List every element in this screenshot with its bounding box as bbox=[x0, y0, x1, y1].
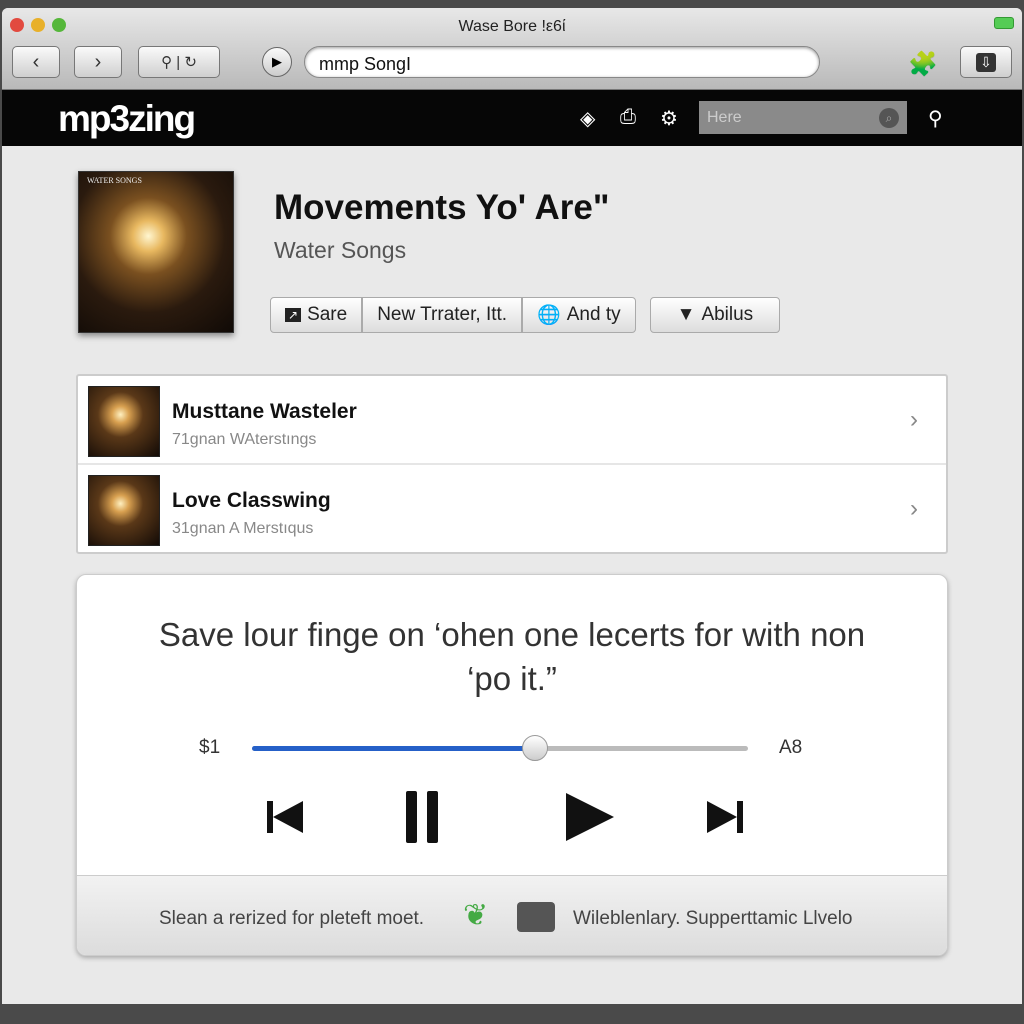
gear-icon[interactable]: ⚙ bbox=[660, 106, 678, 131]
browser-toolbar: Wase Bore !ε6ί ‹ › ⚲ | ↻ ▶ mmp SongI 🧩 ⇩ bbox=[2, 8, 1022, 90]
album-title: Movements Yo' Are" bbox=[274, 188, 610, 227]
chat-icon[interactable] bbox=[517, 902, 555, 932]
reload-icon[interactable]: ↻ bbox=[184, 53, 197, 71]
site-logo[interactable]: mp3zing bbox=[58, 98, 196, 140]
new-trater-button[interactable]: New Trrater, Itt. bbox=[362, 297, 523, 333]
footer-left-text: Slean a rerized for pleteft moet. bbox=[159, 908, 425, 929]
search-icon[interactable]: ⚲ bbox=[928, 106, 943, 131]
progress-fill bbox=[252, 746, 535, 751]
and-ty-button[interactable]: 🌐 And ty bbox=[522, 297, 636, 333]
cover-text: WATER SONGS bbox=[87, 176, 142, 185]
abilus-button[interactable]: ▼ Abilus bbox=[649, 297, 781, 333]
window-title: Wase Bore !ε6ί bbox=[458, 18, 566, 35]
track-title: Musttane Wasteler bbox=[172, 400, 357, 423]
album-subtitle[interactable]: Water Songs bbox=[274, 237, 406, 264]
share-action-button[interactable]: ↗ Sare bbox=[270, 297, 363, 333]
player-panel: Save lour finge on ‘ohen one lecerts for… bbox=[76, 574, 948, 956]
leaf-icon: ❦ bbox=[463, 899, 489, 932]
track-thumbnail bbox=[88, 475, 160, 546]
chevron-left-icon: ‹ bbox=[32, 50, 40, 73]
track-thumbnail bbox=[88, 386, 160, 457]
player-quote: Save lour finge on ‘ohen one lecerts for… bbox=[158, 616, 866, 697]
search-input[interactable]: Here ⌕ bbox=[699, 101, 907, 134]
go-button[interactable]: ▶ bbox=[262, 47, 292, 77]
button-label: New Trrater, Itt. bbox=[377, 304, 508, 325]
trophy-icon: ▼ bbox=[676, 304, 696, 325]
button-label: Sare bbox=[307, 304, 348, 325]
back-button[interactable]: ‹ bbox=[12, 46, 60, 78]
previous-icon bbox=[267, 801, 303, 833]
track-subtitle: 71gnan WAterstıngs bbox=[172, 431, 317, 448]
album-actions: ↗ Sare New Trrater, Itt. 🌐 And ty ▼ Abilus bbox=[270, 297, 781, 333]
share-icon: ↗ bbox=[285, 308, 302, 322]
play-icon: ▶ bbox=[272, 54, 282, 69]
play-button[interactable] bbox=[561, 789, 617, 845]
time-elapsed: $1 bbox=[199, 737, 221, 758]
previous-button[interactable] bbox=[263, 789, 307, 845]
chevron-right-icon: › bbox=[94, 50, 102, 73]
inbox-icon[interactable]: ⎙ bbox=[620, 106, 636, 129]
browser-window: Wase Bore !ε6ί ‹ › ⚲ | ↻ ▶ mmp SongI 🧩 ⇩… bbox=[2, 8, 1022, 1004]
bookmark-reload-group[interactable]: ⚲ | ↻ bbox=[138, 46, 220, 78]
download-icon: ⇩ bbox=[976, 52, 996, 72]
toolbar-toggle-button[interactable] bbox=[994, 17, 1014, 29]
share-button[interactable]: ⇩ bbox=[960, 46, 1012, 78]
next-icon bbox=[707, 801, 743, 833]
pause-icon bbox=[406, 791, 438, 843]
album-cover: WATER SONGS bbox=[78, 171, 234, 333]
chevron-right-icon: › bbox=[910, 406, 918, 433]
next-button[interactable] bbox=[703, 789, 747, 845]
track-row[interactable]: Musttane Wasteler 71gnan WAterstıngs › bbox=[78, 376, 946, 465]
play-icon bbox=[566, 793, 614, 841]
button-label: Abilus bbox=[701, 304, 754, 325]
time-total: A8 bbox=[779, 737, 803, 758]
search-placeholder: Here bbox=[707, 109, 742, 126]
button-label: And ty bbox=[566, 304, 621, 325]
progress-handle[interactable] bbox=[521, 735, 548, 761]
site-navbar: mp3zing ◈ ⎙ ⚙ Here ⌕ ⚲ bbox=[2, 90, 1022, 146]
player-footer: Slean a rerized for pleteft moet. ❦ Wile… bbox=[77, 875, 947, 955]
chevron-right-icon: › bbox=[910, 495, 918, 522]
extension-icon[interactable]: 🧩 bbox=[908, 50, 938, 79]
address-bar[interactable]: mmp SongI bbox=[304, 46, 820, 78]
track-row[interactable]: Love Classwing 31gnan A Merstıqus › bbox=[78, 465, 946, 554]
footer-right-text[interactable]: Wileblenlary. Supperttamic Llvelo bbox=[573, 908, 853, 930]
pause-button[interactable] bbox=[401, 789, 445, 845]
search-clear-icon[interactable]: ⌕ bbox=[879, 108, 899, 128]
forward-button[interactable]: › bbox=[74, 46, 122, 78]
tag-icon[interactable]: ◈ bbox=[580, 106, 595, 131]
globe-icon: 🌐 bbox=[537, 305, 561, 326]
progress-slider[interactable] bbox=[252, 735, 748, 761]
track-list: Musttane Wasteler 71gnan WAterstıngs › L… bbox=[76, 374, 948, 554]
track-title: Love Classwing bbox=[172, 489, 331, 512]
bookmark-icon: ⚲ bbox=[161, 54, 173, 71]
track-subtitle: 31gnan A Merstıqus bbox=[172, 520, 314, 537]
